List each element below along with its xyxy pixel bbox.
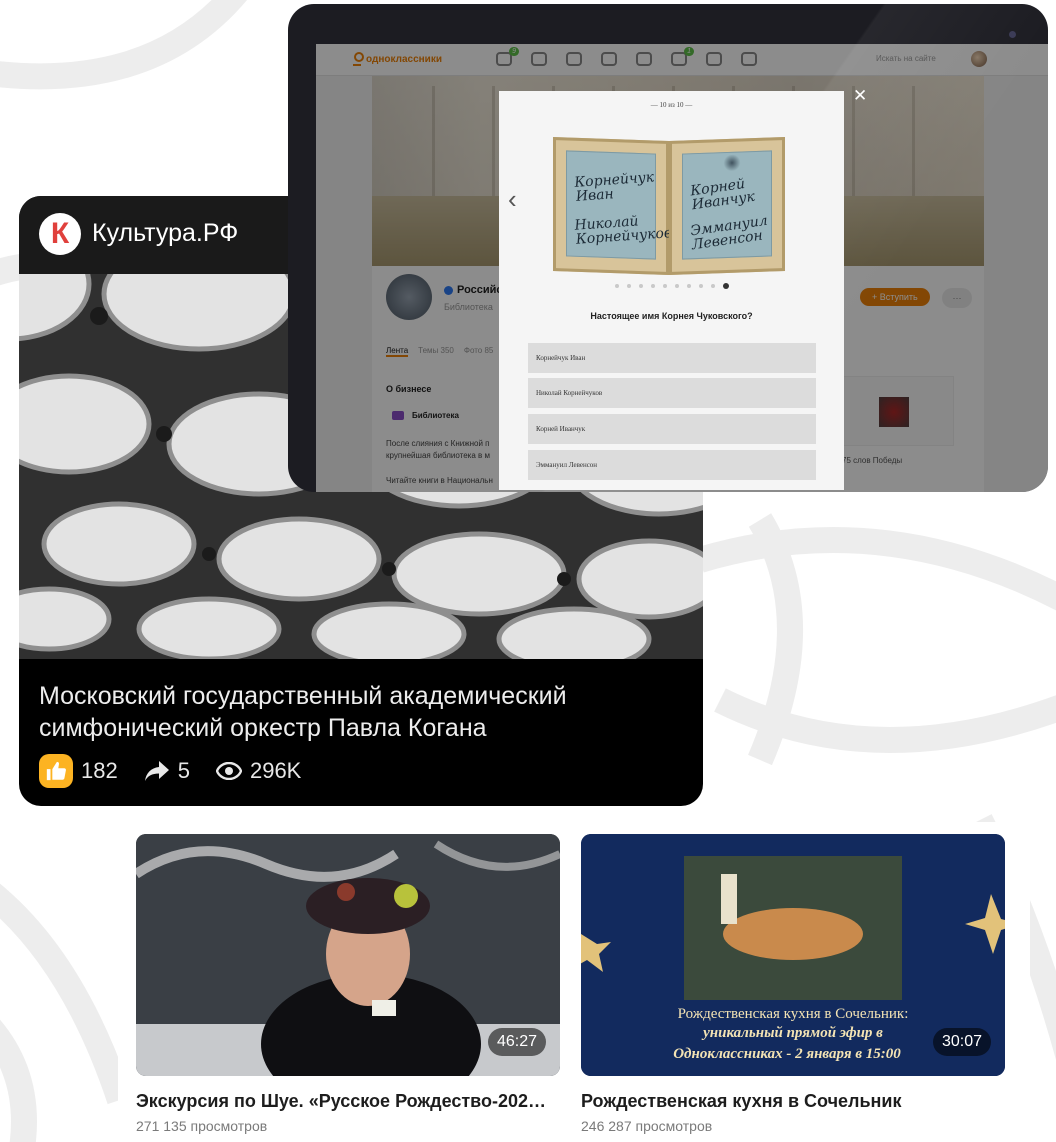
handwriting-right-2: Эммануил Левенсон <box>689 212 769 254</box>
progress-dot <box>698 284 703 288</box>
crest-icon <box>723 154 741 172</box>
handwriting-left-1: Корнейчук Иван <box>573 169 655 205</box>
quiz-book-image: Корнейчук Иван Николай Корнейчуков Корне… <box>551 131 787 277</box>
share-arrow-icon <box>144 761 169 781</box>
overlay-line-2: уникальный прямой эфир в <box>701 1025 883 1041</box>
kultura-source-name[interactable]: Культура.РФ <box>92 216 238 250</box>
video-thumbnail-1[interactable]: 46:27 <box>136 834 560 1076</box>
video-duration-1: 46:27 <box>487 1028 546 1056</box>
quiz-question: Настоящее имя Корнея Чуковского? <box>590 311 753 321</box>
overlay-line-1: Рождественская кухня в Сочельник: <box>678 1006 909 1022</box>
progress-dot <box>626 284 631 288</box>
quiz-counter: — 10 из 10 — <box>650 101 693 109</box>
answer-option-4[interactable]: Эммануил Левенсон <box>528 450 816 480</box>
progress-dot <box>650 284 655 288</box>
progress-dot <box>674 284 679 288</box>
handwriting-right-1: Корней Иванчук <box>689 175 756 214</box>
eye-icon <box>215 762 242 780</box>
quiz-modal: — 10 из 10 — Корнейчук Иван Николай Корн… <box>499 91 844 490</box>
views-stat: 296K <box>215 758 302 784</box>
progress-dot <box>686 284 691 288</box>
video-thumbnail-2[interactable]: Рождественская кухня в Сочельник: уникал… <box>581 834 1005 1076</box>
views-count: 296K <box>249 758 302 783</box>
shares-stat[interactable]: 5 <box>144 758 190 784</box>
progress-dot <box>710 284 715 288</box>
quiz-progress-dots <box>499 283 844 289</box>
close-icon[interactable]: ✕ <box>853 87 867 104</box>
video-views-2: 246 287 просмотров <box>581 1118 713 1134</box>
answer-option-1[interactable]: Корнейчук Иван <box>528 343 816 373</box>
progress-dot <box>638 284 643 288</box>
video-title-2[interactable]: Рождественская кухня в Сочельник <box>581 1091 1011 1112</box>
chevron-left-icon[interactable]: ‹ <box>508 186 517 212</box>
likes-count: 182 <box>81 758 118 783</box>
likes-stat[interactable]: 182 <box>39 754 118 788</box>
book-page-left: Корнейчук Иван Николай Корнейчуков <box>553 136 673 276</box>
video-duration-2: 30:07 <box>932 1028 991 1056</box>
handwriting-left-2: Николай Корнейчуков <box>573 213 673 248</box>
progress-dot <box>662 284 667 288</box>
progress-dot <box>614 284 619 288</box>
video-views-1: 271 135 просмотров <box>136 1118 268 1134</box>
answer-option-2[interactable]: Николай Корнейчуков <box>528 378 816 408</box>
kultura-logo: К <box>39 213 81 255</box>
thumbs-up-icon[interactable] <box>39 754 73 788</box>
shares-count: 5 <box>177 758 190 783</box>
book-card-right: Корней Иванчук Эммануил Левенсон <box>682 150 772 260</box>
book-page-right: Корней Иванчук Эммануил Левенсон <box>669 136 785 276</box>
overlay-line-3: Одноклассниках - 2 января в 15:00 <box>673 1046 901 1062</box>
camera-dot <box>1009 31 1016 38</box>
progress-dot <box>722 283 729 289</box>
post-title[interactable]: Московский государственный академический… <box>39 680 669 744</box>
video-list: 46:27 Рождественская кухня в Сочельник: … <box>118 822 1030 1142</box>
post-stats: 182 5 296K <box>39 754 301 788</box>
video-title-1[interactable]: Экскурсия по Шуе. «Русское Рождество-202… <box>136 1091 566 1112</box>
answer-option-3[interactable]: Корней Иванчук <box>528 414 816 444</box>
book-card-left: Корнейчук Иван Николай Корнейчуков <box>566 150 673 260</box>
